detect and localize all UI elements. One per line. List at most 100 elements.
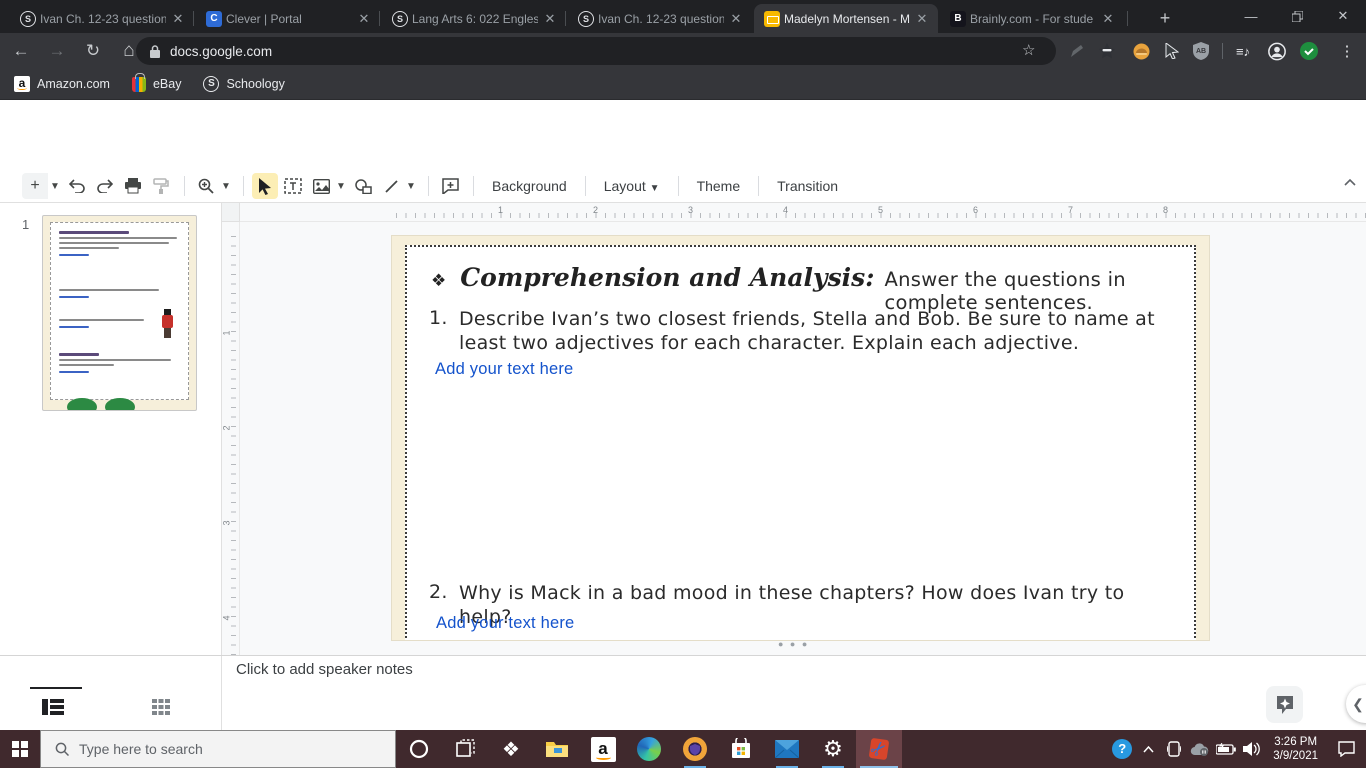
redo-icon[interactable] [92,173,118,199]
new-slide-button[interactable]: + [22,173,48,199]
reload-icon[interactable]: ↻ [78,41,108,61]
edge-icon[interactable] [626,730,672,768]
extension-adblock-icon[interactable]: AB [1192,42,1210,60]
bookmark-schoology[interactable]: S Schoology [203,75,285,92]
filmstrip-view-icon[interactable] [42,699,64,715]
text-box-icon[interactable] [280,173,306,199]
tab-title: Clever | Portal [226,11,302,26]
line-dropdown-icon[interactable]: ▼ [406,181,418,192]
tray-expand-chevron-icon[interactable] [1135,730,1161,768]
dropbox-icon[interactable]: ❖ [488,730,534,768]
amazon-app-icon[interactable]: a [580,730,626,768]
background-button[interactable]: Background [482,173,577,199]
close-icon[interactable]: ✕ [170,11,186,27]
profile-icon[interactable] [1268,42,1286,60]
select-tool-icon[interactable] [252,173,278,199]
extension-star-sunglasses-icon[interactable] [1098,42,1116,60]
slide-canvas[interactable]: ❖ Comprehension and Analysis: Answer the… [392,236,1209,640]
theme-button[interactable]: Theme [687,173,751,199]
get-help-icon[interactable]: ? [1109,730,1135,768]
tab-ivan-questions-2[interactable]: S Ivan Ch. 12-23 question ✕ [568,4,752,33]
insert-line-icon[interactable] [378,173,404,199]
tab-clever-portal[interactable]: C Clever | Portal ✕ [196,4,380,33]
bookmark-star-icon[interactable]: ☆ [1022,41,1035,59]
speaker-notes-placeholder[interactable]: Click to add speaker notes [236,661,413,678]
bookmark-label: Amazon.com [37,76,110,91]
your-phone-icon[interactable] [1161,730,1187,768]
tab-madelyn-mortensen-active[interactable]: Madelyn Mortensen - M ✕ [754,4,938,33]
main-work-area: 1 1 2 3 4 5 6 7 8 1 2 3 4 ❖ Comprehensio… [0,203,1366,655]
ruler-number: 2 [593,205,599,215]
toolbar-separator [243,176,244,196]
window-close-button[interactable]: ✕ [1320,0,1366,32]
close-icon[interactable]: ✕ [914,11,930,27]
new-tab-button[interactable]: + [1152,6,1178,32]
mail-icon[interactable] [764,730,810,768]
answer-placeholder-1[interactable]: Add your text here [435,360,573,379]
tab-brainly[interactable]: B Brainly.com - For stude ✕ [940,4,1124,33]
svg-text:AB: AB [1196,48,1206,55]
extension-cursor-icon[interactable] [1163,42,1181,60]
security-shield-icon[interactable] [1300,42,1318,60]
extension-pencil-icon[interactable] [1068,42,1086,60]
paint-format-icon[interactable] [148,173,174,199]
start-button[interactable] [0,730,40,768]
insert-shape-icon[interactable] [350,173,376,199]
panel-divider [221,656,222,731]
window-restore-button[interactable] [1274,0,1320,32]
forward-icon[interactable]: → [42,41,72,61]
ruler-number: 4 [221,615,232,621]
taskbar-search-box[interactable]: Type here to search [40,730,396,768]
chrome-menu-icon[interactable]: ⋮ [1338,42,1356,60]
print-icon[interactable] [120,173,146,199]
snipping-app-icon[interactable]: ✂ [856,730,902,768]
notes-resize-handle[interactable]: ● ● ● [778,639,809,649]
taskbar-clock[interactable]: 3:26 PM 3/9/2021 [1265,735,1326,764]
file-explorer-icon[interactable] [534,730,580,768]
show-side-panel-button[interactable]: ❮ [1346,685,1366,723]
undo-icon[interactable] [64,173,90,199]
grid-view-icon[interactable] [152,699,174,715]
new-slide-dropdown-icon[interactable]: ▼ [50,181,62,192]
bookmark-amazon[interactable]: a Amazon.com [14,75,110,92]
tab-ivan-questions-1[interactable]: S Ivan Ch. 12-23 question ✕ [10,4,194,33]
zoom-icon[interactable] [193,173,219,199]
toolbar-separator [1222,43,1223,59]
microsoft-store-icon[interactable] [718,730,764,768]
ruler-number: 6 [973,205,979,215]
close-icon[interactable]: ✕ [542,11,558,27]
image-dropdown-icon[interactable]: ▼ [336,181,348,192]
close-icon[interactable]: ✕ [1100,11,1116,27]
cortana-icon[interactable] [396,730,442,768]
window-minimize-button[interactable]: — [1228,0,1274,32]
question-number: 1. [429,307,448,329]
tab-lang-arts[interactable]: S Lang Arts 6: 022 Engles ✕ [382,4,566,33]
volume-icon[interactable] [1239,730,1265,768]
onedrive-paused-icon[interactable] [1187,730,1213,768]
task-view-icon[interactable] [442,730,488,768]
back-icon[interactable]: ← [6,41,36,61]
insert-comment-icon[interactable] [437,173,463,199]
battery-icon[interactable] [1213,730,1239,768]
close-icon[interactable]: ✕ [356,11,372,27]
google-slides-icon [764,10,780,27]
collapse-toolbar-icon[interactable] [1344,178,1356,186]
url-omnibox[interactable]: docs.google.com [136,37,1056,65]
settings-icon[interactable]: ⚙ [810,730,856,768]
layout-button[interactable]: Layout ▼ [594,173,670,199]
media-playlist-icon[interactable]: ≡♪ [1234,42,1252,60]
insert-image-icon[interactable] [308,173,334,199]
answer-placeholder-2[interactable]: Add your text here [436,614,574,633]
slide-content-box[interactable]: ❖ Comprehension and Analysis: Answer the… [405,245,1196,640]
explore-button[interactable] [1266,686,1303,723]
tab-title: Ivan Ch. 12-23 question [598,11,724,26]
action-center-icon[interactable] [1326,730,1366,768]
avast-secure-browser-icon[interactable] [672,730,718,768]
slide-thumbnail[interactable] [42,215,197,411]
extension-orange-hat-icon[interactable] [1132,42,1150,60]
zoom-dropdown-icon[interactable]: ▼ [221,181,233,192]
bookmark-ebay[interactable]: eBay [131,73,181,92]
ruler-number: 1 [498,205,504,215]
transition-button[interactable]: Transition [767,173,848,199]
close-icon[interactable]: ✕ [728,11,744,27]
